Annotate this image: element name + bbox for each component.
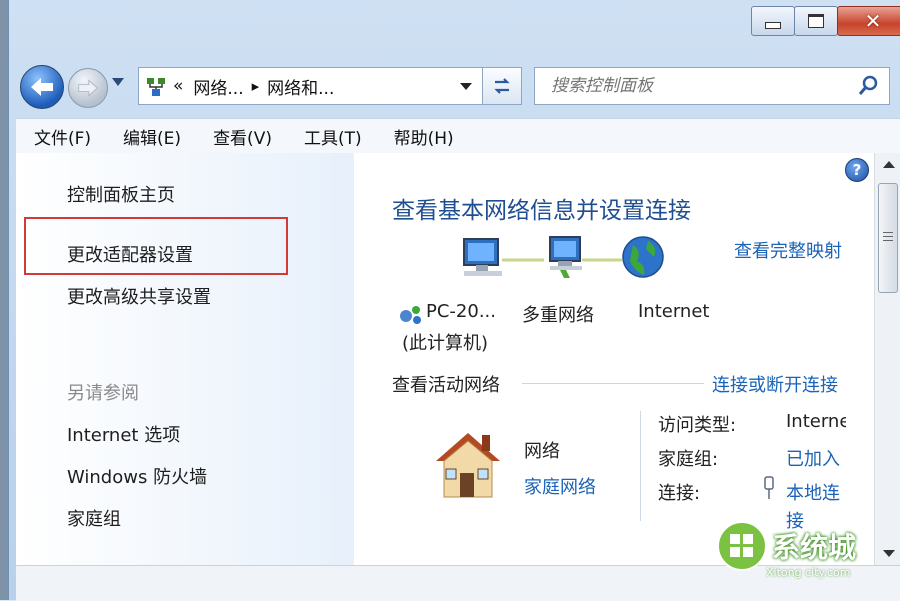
desktop-edge [0, 0, 8, 600]
search-box[interactable] [534, 67, 890, 105]
details-divider [640, 411, 641, 521]
search-input[interactable] [549, 75, 843, 97]
menu-help[interactable]: 帮助(H) [376, 124, 468, 149]
close-icon: ✕ [864, 9, 882, 33]
help-icon: ? [852, 161, 862, 179]
forward-arrow-icon [78, 79, 98, 97]
recent-pages-dropdown[interactable] [112, 78, 124, 86]
active-networks-heading: 查看活动网络 [392, 375, 500, 396]
address-overflow-chevron[interactable]: « [173, 76, 183, 96]
access-type-value: Interne [786, 411, 846, 432]
sidebar-item-firewall[interactable]: Windows 防火墙 [67, 463, 207, 489]
view-full-map-link[interactable]: 查看完整映射 [734, 237, 842, 263]
back-arrow-icon [31, 78, 53, 96]
this-computer-label: (此计算机) [402, 333, 489, 354]
help-button[interactable]: ? [845, 158, 869, 182]
back-button[interactable] [20, 65, 64, 109]
multiple-networks-icon [549, 236, 582, 278]
section-divider [522, 383, 704, 384]
connection-key: 连接: [658, 483, 701, 504]
menu-edit[interactable]: 编辑(E) [105, 124, 195, 149]
homegroup-key: 家庭组: [658, 449, 719, 470]
home-network-icon [436, 433, 500, 498]
computer-icon [463, 238, 502, 276]
breadcrumb-network[interactable]: 网络... [193, 74, 243, 99]
scroll-up-arrow[interactable] [883, 161, 895, 168]
forward-button[interactable] [68, 68, 108, 108]
menu-tools[interactable]: 工具(T) [286, 124, 376, 149]
internet-label: Internet [638, 301, 710, 322]
local-computer-icon [400, 306, 421, 324]
sidebar: 控制面板主页 更改适配器设置 更改高级共享设置 另请参阅 Internet 选项… [16, 153, 354, 565]
watermark-brand: 系统城 [772, 531, 857, 564]
caption-buttons: ✕ [751, 6, 900, 36]
address-dropdown-icon[interactable] [460, 82, 472, 90]
sidebar-item-adapter-settings[interactable]: 更改适配器设置 [67, 241, 193, 267]
sidebar-item-advanced-sharing[interactable]: 更改高级共享设置 [67, 283, 211, 309]
computer-name-label: PC-20... [426, 301, 496, 322]
breadcrumb-separator[interactable]: ▸ [252, 77, 260, 95]
refresh-button[interactable] [482, 67, 522, 105]
main-panel: 查看基本网络信息并设置连接 查看完整映射 PC-20... (此计算机) 多重网… [354, 153, 874, 565]
sidebar-item-homegroup[interactable]: 家庭组 [67, 505, 121, 531]
vertical-scrollbar[interactable] [874, 153, 900, 565]
ethernet-plug-icon [764, 476, 774, 499]
see-also-heading: 另请参阅 [67, 383, 139, 404]
homegroup-value-link[interactable]: 已加入 [786, 445, 840, 471]
connection-value-link[interactable]: 本地连 [786, 479, 840, 505]
network-type-link[interactable]: 家庭网络 [524, 473, 596, 499]
sidebar-item-home[interactable]: 控制面板主页 [67, 181, 175, 207]
network-name: 网络 [524, 441, 560, 462]
scroll-down-arrow[interactable] [883, 550, 895, 557]
watermark: 系统城 Xitong city.com [716, 520, 876, 590]
content-area: 控制面板主页 更改适配器设置 更改高级共享设置 另请参阅 Internet 选项… [16, 153, 900, 565]
menu-view[interactable]: 查看(V) [195, 124, 286, 149]
watermark-url: Xitong city.com [766, 566, 851, 579]
network-icon [145, 76, 165, 96]
menu-file[interactable]: 文件(F) [16, 124, 105, 149]
minimize-button[interactable] [751, 6, 795, 36]
search-icon[interactable] [857, 75, 879, 97]
maximize-button[interactable] [794, 6, 838, 36]
address-bar[interactable]: « 网络... ▸ 网络和... [138, 67, 483, 105]
navigation-bar: « 网络... ▸ 网络和... [20, 60, 900, 109]
internet-globe-icon [622, 236, 664, 278]
sidebar-item-internet-options[interactable]: Internet 选项 [67, 421, 180, 447]
multiple-networks-label: 多重网络 [522, 305, 594, 326]
access-type-key: 访问类型: [658, 415, 737, 436]
watermark-logo-icon [717, 521, 767, 571]
close-button[interactable]: ✕ [837, 6, 900, 36]
breadcrumb-network-sharing[interactable]: 网络和... [267, 74, 334, 99]
minimize-icon [765, 21, 781, 29]
menu-bar: 文件(F) 编辑(E) 查看(V) 工具(T) 帮助(H) [16, 118, 900, 154]
refresh-icon [494, 78, 510, 94]
maximize-icon [808, 14, 824, 28]
connect-disconnect-link[interactable]: 连接或断开连接 [712, 371, 838, 397]
scrollbar-thumb[interactable] [878, 183, 898, 293]
